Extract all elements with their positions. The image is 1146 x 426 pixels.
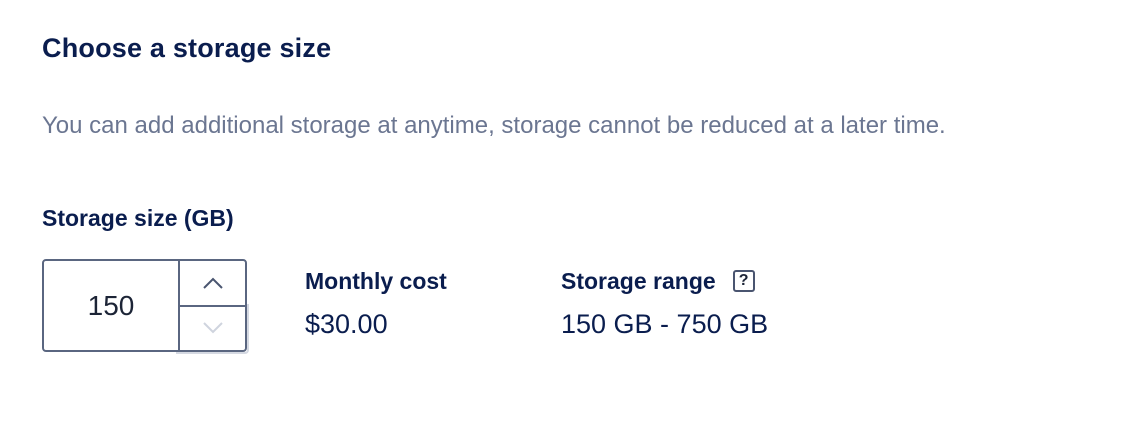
stepper-buttons — [178, 261, 245, 350]
storage-range-value: 150 GB - 750 GB — [561, 309, 769, 339]
monthly-cost-value: $30.00 — [305, 309, 388, 339]
decrement-button[interactable] — [180, 307, 245, 351]
help-icon[interactable]: ? — [732, 270, 755, 292]
section-title: Choose a storage size — [42, 33, 332, 63]
chevron-up-icon — [202, 277, 223, 289]
storage-size-stepper — [42, 259, 247, 352]
storage-size-input[interactable] — [44, 261, 178, 350]
storage-range-header: Storage range ? — [561, 265, 768, 297]
storage-range-label: Storage range — [561, 267, 716, 294]
monthly-cost-label: Monthly cost — [305, 267, 447, 294]
chevron-down-icon — [202, 322, 223, 334]
monthly-cost: Monthly cost $30.00 — [305, 265, 447, 340]
storage-size-label: Storage size (GB) — [42, 205, 234, 231]
increment-button[interactable] — [180, 261, 245, 307]
storage-range: Storage range ? 150 GB - 750 GB — [561, 265, 768, 340]
section-description: You can add additional storage at anytim… — [42, 112, 946, 139]
